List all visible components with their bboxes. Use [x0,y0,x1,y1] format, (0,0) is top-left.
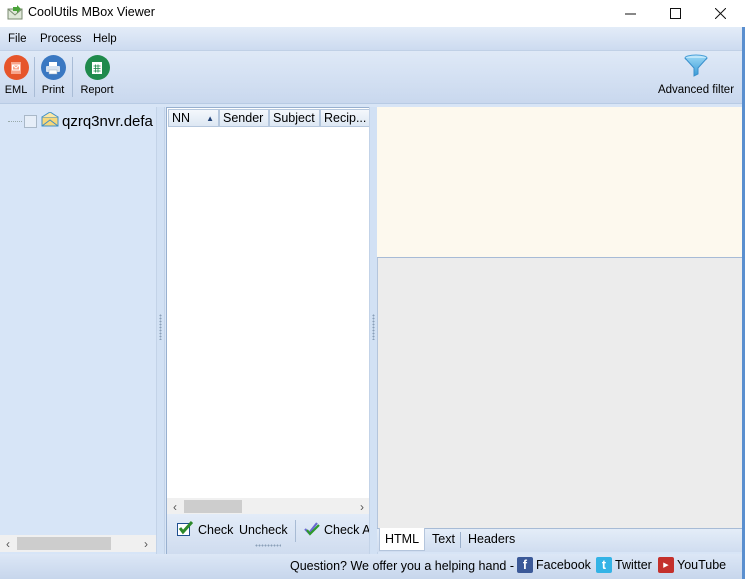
toolbar-separator [34,57,35,97]
maximize-button[interactable] [652,0,698,27]
tree-connector [8,120,22,122]
check-toolbar-separator [295,520,296,542]
report-button[interactable]: Report [79,55,115,101]
twitter-label: Twitter [615,558,652,572]
print-label: Print [41,84,65,96]
youtube-link[interactable]: ▶ YouTube [658,557,726,573]
help-question-text: Question? We offer you a helping hand - [290,559,514,573]
advanced-filter-button[interactable]: Advanced filter [652,54,740,100]
window-title: CoolUtils MBox Viewer [28,5,155,19]
uncheck-label: Uncheck [239,523,288,537]
print-button[interactable]: Print [40,55,66,101]
facebook-icon: f [517,557,533,573]
sort-ascending-icon: ▲ [206,114,214,123]
tab-html[interactable]: HTML [379,528,426,551]
column-header-subject[interactable]: Subject [269,109,320,127]
close-button[interactable] [697,0,743,27]
menu-process[interactable]: Process [40,33,82,45]
eml-label: EML [4,84,28,96]
column-header-recipient[interactable]: Recip... [320,109,370,127]
tree-horizontal-scrollbar[interactable]: ‹ › [0,535,156,552]
splitter-grip [159,314,162,340]
column-label: NN [172,111,191,125]
tab-label: Text [432,532,455,546]
printer-icon [40,55,66,80]
title-bar: CoolUtils MBox Viewer [0,0,745,27]
report-label: Report [80,84,114,96]
tree-item-checkbox[interactable] [24,114,37,128]
mailbox-icon [41,111,59,130]
uncheck-button[interactable]: Uncheck [239,521,288,539]
tab-text[interactable]: Text [427,529,460,551]
scroll-left-icon[interactable]: ‹ [167,498,183,515]
column-header-sender[interactable]: Sender [219,109,269,127]
message-preview-body [377,258,743,528]
column-label: Recip... [324,111,367,125]
column-label: Sender [223,111,264,125]
tab-separator [460,532,461,548]
advanced-filter-label: Advanced filter [657,84,735,96]
toolbar: EML Print Report Advanced filter [0,51,745,104]
double-check-icon [304,521,320,539]
status-bar: Question? We offer you a helping hand - … [0,554,745,579]
eml-button[interactable]: EML [3,55,29,101]
funnel-icon [683,54,709,81]
message-header-area [377,107,743,258]
list-horizontal-scrollbar[interactable]: ‹ › [167,498,370,515]
youtube-label: YouTube [677,558,727,572]
toolbar-separator [72,57,73,97]
check-all-button[interactable]: Check A [304,521,371,539]
check-label: Check [198,523,234,537]
scroll-thumb[interactable] [17,537,111,550]
tab-label: HTML [385,532,420,546]
check-button[interactable]: Check [177,520,234,539]
report-icon [84,55,110,80]
menu-bar: File Process Help [0,27,745,51]
check-toolbar: Check Uncheck Check A [166,514,371,554]
preview-tabs: HTML Text Headers [377,528,743,552]
scroll-left-icon[interactable]: ‹ [0,535,16,552]
twitter-icon: t [596,557,612,573]
tab-label: Headers [468,532,516,546]
menu-help[interactable]: Help [93,33,117,45]
twitter-link[interactable]: t Twitter [596,557,652,573]
menu-file[interactable]: File [8,33,27,45]
column-label: Subject [273,111,315,125]
column-header-nn[interactable]: NN ▲ [168,109,219,127]
checkbox-checked-icon [177,520,194,539]
message-list: NN ▲ Sender Subject Recip... ‹ › [166,107,371,515]
app-envelope-icon [7,5,23,20]
tree-list-splitter[interactable] [156,107,165,554]
facebook-label: Facebook [536,558,591,572]
facebook-link[interactable]: f Facebook [517,557,591,573]
youtube-icon: ▶ [658,557,674,573]
message-list-header: NN ▲ Sender Subject Recip... [168,109,370,127]
minimize-button[interactable] [607,0,653,27]
check-all-label: Check A [324,523,371,537]
splitter-grip [255,544,281,547]
tree-item-label: qzrq3nvr.defa [62,112,153,130]
tab-headers[interactable]: Headers [463,529,520,551]
scroll-right-icon[interactable]: › [138,535,154,552]
scroll-thumb[interactable] [184,500,242,513]
scroll-right-icon[interactable]: › [354,498,370,515]
folder-tree-pane: qzrq3nvr.defa ‹ › [0,107,156,554]
tree-item[interactable]: qzrq3nvr.defa [8,111,156,131]
eml-icon [3,55,29,80]
splitter-grip [372,314,375,340]
